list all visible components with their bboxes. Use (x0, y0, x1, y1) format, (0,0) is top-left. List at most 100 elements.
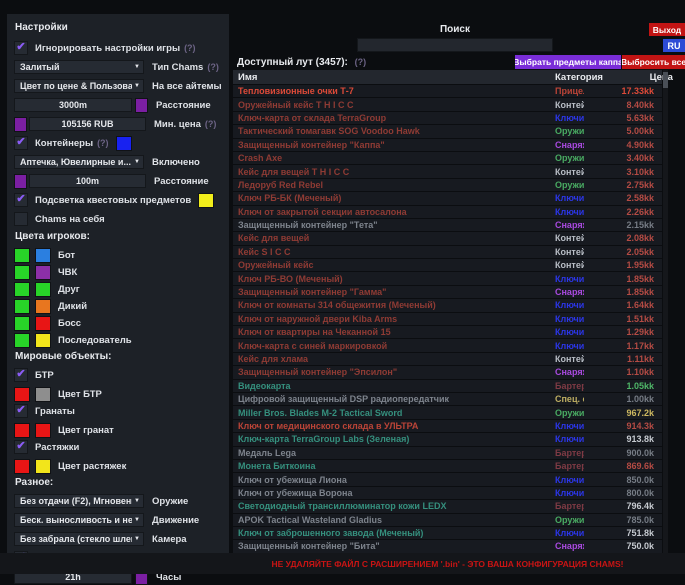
movement-mods-dropdown[interactable]: Беск. выносливость и нет уста▼ (14, 513, 144, 527)
table-row[interactable]: Ключ от убежища ВоронаКлючи800.0k (233, 487, 662, 499)
table-row[interactable]: Медаль LegaБартер900.0k (233, 447, 662, 459)
table-row[interactable]: Защищенный контейнер "Гамма"Снаряжение1.… (233, 286, 662, 298)
table-row[interactable]: Защищенный контейнер "Эпсилон"Снаряжение… (233, 366, 662, 378)
containers-filter-row: Аптечка, Ювелирные и...▼Включено (14, 155, 222, 169)
color-boss-swatch-hidden[interactable] (35, 316, 51, 331)
containers-checkbox[interactable]: ✔ (14, 136, 28, 150)
table-row[interactable]: ВидеокартаБартер1.05kk (233, 380, 662, 392)
table-row[interactable]: Защищенный контейнер "Каппа"Снаряжение4.… (233, 139, 662, 151)
table-row[interactable]: APOK Tactical Wasteland GladiusОружие785… (233, 514, 662, 526)
color-scav-swatch-visible[interactable] (14, 299, 30, 314)
color-bot-swatch-visible[interactable] (14, 248, 30, 263)
color-tripwires-swatch-hidden[interactable] (35, 459, 51, 474)
table-row[interactable]: Кейс для вещейКонтейнеры2.08kk (233, 232, 662, 244)
table-row[interactable]: Ключ от убежища ЛионаКлючи850.0k (233, 473, 662, 485)
item-price-cell: 1.85kk (584, 287, 662, 297)
color-follower-swatch-visible[interactable] (14, 333, 30, 348)
containers-color-swatch[interactable] (116, 136, 132, 151)
all-items-mode-dropdown[interactable]: Цвет по цене & Пользователь▼ (14, 79, 144, 93)
scrollbar-thumb[interactable] (663, 72, 668, 88)
item-category-cell: Спец. оборудование (555, 394, 584, 404)
item-name-cell: Защищенный контейнер "Бита" (233, 541, 555, 551)
min-price-input[interactable]: 105156 RUB (29, 117, 146, 131)
quest-highlight-color-swatch[interactable] (198, 193, 214, 208)
grenades-checkbox[interactable]: ✔ (14, 404, 28, 418)
item-category-cell: Ключи (555, 113, 584, 123)
table-row[interactable]: Ключ от медицинского склада в УЛЬТРАКлюч… (233, 420, 662, 432)
table-row[interactable]: Защищенный контейнер "Тета"Снаряжение2.1… (233, 219, 662, 231)
table-row[interactable]: Оружейный кейс T H I C CКонтейнеры8.40kk (233, 98, 662, 110)
table-row[interactable]: Монета БиткоинаБартер869.6k (233, 460, 662, 472)
table-row[interactable]: Кейс S I C CКонтейнеры2.05kk (233, 246, 662, 258)
color-btr-swatch-visible[interactable] (14, 387, 30, 402)
table-scrollbar[interactable] (663, 70, 668, 553)
table-row[interactable]: Ключ от комнаты 314 общежития (Меченый)К… (233, 299, 662, 311)
table-row[interactable]: Crash AxeОружие3.40kk (233, 152, 662, 164)
item-category-cell: Снаряжение (555, 367, 584, 377)
containers-distance-input[interactable]: 100m (29, 174, 146, 188)
item-name-cell: Ключ-карта с синей маркировкой (233, 341, 555, 351)
item-price-cell: 750.0k (584, 541, 662, 551)
table-row[interactable]: Светодиодный трансиллюминатор кожи LEDXБ… (233, 500, 662, 512)
color-friend-swatch-visible[interactable] (14, 282, 30, 297)
weapon-mods-dropdown[interactable]: Без отдачи (F2), Мгновенное п▼ (14, 494, 144, 508)
color-grenades-swatch-visible[interactable] (14, 423, 30, 438)
table-row[interactable]: Ключ от закрытой секции автосалонаКлючи2… (233, 206, 662, 218)
tripwires-label: Растяжки (35, 442, 79, 453)
quest-highlight-checkbox[interactable]: ✔ (14, 193, 28, 207)
chams-distance-color-swatch[interactable] (135, 98, 148, 113)
color-scav-swatch-hidden[interactable] (35, 299, 51, 314)
min-price-color-swatch[interactable] (14, 117, 27, 132)
item-price-cell: 967.2k (584, 408, 662, 418)
chams-distance-label: Расстояние (156, 100, 211, 111)
table-row[interactable]: Ключ РБ-БК (Меченый)Ключи2.58kk (233, 192, 662, 204)
column-header-price[interactable]: Цена (603, 72, 681, 83)
table-row[interactable]: Ключ-карта с синей маркировкойКлючи1.17k… (233, 339, 662, 351)
chams-distance-input[interactable]: 3000m (14, 98, 132, 112)
item-price-cell: 850.0k (584, 475, 662, 485)
column-header-category[interactable]: Категория (555, 72, 603, 83)
drop-all-button[interactable]: Выбросить все (622, 55, 685, 69)
table-row[interactable]: Ключ от наружной двери Kiba ArmsКлючи1.5… (233, 313, 662, 325)
table-row[interactable]: Кейс для хламаКонтейнеры1.11kk (233, 353, 662, 365)
table-row[interactable]: Тактический томагавк SOG Voodoo HawkОруж… (233, 125, 662, 137)
color-pmc-swatch-hidden[interactable] (35, 265, 51, 280)
color-tripwires-swatch-visible[interactable] (14, 459, 30, 474)
color-boss-row: Босс (14, 316, 222, 330)
table-row[interactable]: Ключ-карта TerraGroup Labs (Зеленая)Ключ… (233, 433, 662, 445)
language-button[interactable]: RU (663, 39, 685, 52)
color-friend-swatch-hidden[interactable] (35, 282, 51, 297)
chams-self-checkbox[interactable] (14, 212, 28, 226)
color-boss-swatch-visible[interactable] (14, 316, 30, 331)
color-btr-swatch-hidden[interactable] (35, 387, 51, 402)
table-row[interactable]: Тепловизионные очки Т-7Прицелы17.33kk (233, 85, 662, 97)
table-row[interactable]: Защищенный контейнер "Бита"Снаряжение750… (233, 540, 662, 552)
tripwires-checkbox[interactable]: ✔ (14, 440, 28, 454)
color-pmc-swatch-visible[interactable] (14, 265, 30, 280)
exit-button[interactable]: Выход (649, 23, 685, 36)
table-row[interactable]: Ключ от квартиры на Чеканной 15Ключи1.29… (233, 326, 662, 338)
color-grenades-swatch-hidden[interactable] (35, 423, 51, 438)
containers-distance-color-swatch[interactable] (14, 174, 27, 189)
containers-filter-dropdown[interactable]: Аптечка, Ювелирные и...▼ (14, 155, 144, 169)
btr-checkbox[interactable]: ✔ (14, 368, 28, 382)
camera-mods-dropdown[interactable]: Без забрала (стекло шлема)▼ (14, 532, 144, 546)
table-row[interactable]: Цифровой защищенный DSP радиопередатчикС… (233, 393, 662, 405)
column-header-name[interactable]: Имя (233, 72, 555, 83)
select-kappa-items-button[interactable]: Выбрать предметы каппа (515, 55, 621, 69)
color-bot-swatch-hidden[interactable] (35, 248, 51, 263)
color-friend-label: Друг (58, 284, 80, 295)
table-row[interactable]: Оружейный кейсКонтейнеры1.95kk (233, 259, 662, 271)
table-row[interactable]: Miller Bros. Blades M-2 Tactical SwordОр… (233, 406, 662, 418)
ignore-game-settings-checkbox[interactable]: ✔ (14, 41, 28, 55)
movement-mods-row: Беск. выносливость и нет уста▼Движение (14, 513, 222, 527)
table-row[interactable]: Ледоруб Red RebelОружие2.75kk (233, 179, 662, 191)
table-row[interactable]: Ключ РБ-ВО (Меченый)Ключи1.85kk (233, 272, 662, 284)
settings-panel: Настройки ✔Игнорировать настройки игры(?… (7, 14, 229, 574)
table-row[interactable]: Ключ от заброшенного завода (Меченый)Клю… (233, 527, 662, 539)
search-input[interactable] (357, 38, 553, 52)
chams-type-dropdown[interactable]: Залитый▼ (14, 60, 144, 74)
table-row[interactable]: Ключ-карта от склада TerraGroupКлючи5.63… (233, 112, 662, 124)
color-follower-swatch-hidden[interactable] (35, 333, 51, 348)
table-row[interactable]: Кейс для вещей T H I C CКонтейнеры3.10kk (233, 165, 662, 177)
